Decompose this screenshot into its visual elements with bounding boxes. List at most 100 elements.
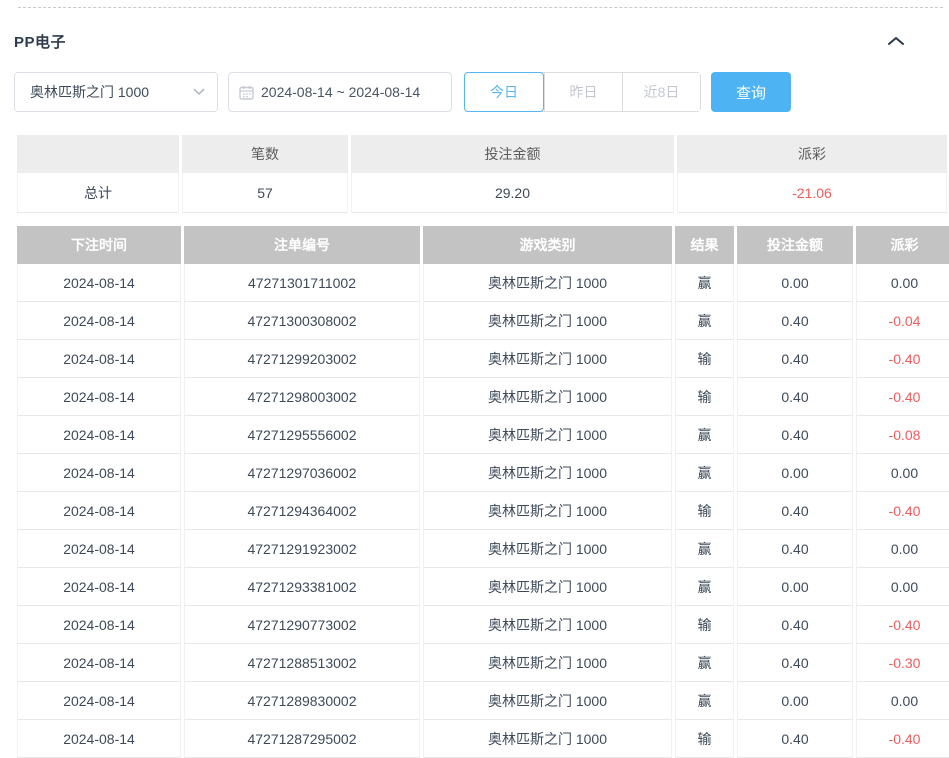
calendar-icon — [239, 85, 254, 100]
result-cell: 赢 — [675, 530, 734, 568]
date-quick-filter-group: 今日 昨日 近8日 — [464, 72, 701, 112]
game-type-cell: 奥林匹斯之门 1000 — [423, 264, 672, 302]
payout-cell: -0.40 — [856, 340, 949, 378]
order-id-cell: 47271295556002 — [184, 416, 420, 454]
date-range-value: 2024-08-14 ~ 2024-08-14 — [261, 84, 420, 100]
game-type-cell: 奥林匹斯之门 1000 — [423, 682, 672, 720]
bet-time-cell: 2024-08-14 — [17, 644, 181, 682]
total-count-cell: 57 — [182, 173, 348, 213]
game-type-cell: 奥林匹斯之门 1000 — [423, 568, 672, 606]
order-id-cell: 47271291923002 — [184, 530, 420, 568]
order-id-cell: 47271294364002 — [184, 492, 420, 530]
bet-time-cell: 2024-08-14 — [17, 568, 181, 606]
date-range-picker[interactable]: 2024-08-14 ~ 2024-08-14 — [228, 72, 452, 112]
game-type-cell: 奥林匹斯之门 1000 — [423, 378, 672, 416]
bet-amount-cell: 0.40 — [737, 416, 853, 454]
game-type-cell: 奥林匹斯之门 1000 — [423, 492, 672, 530]
table-row: 2024-08-1447271289830002奥林匹斯之门 1000赢0.00… — [17, 682, 949, 720]
header-result: 结果 — [675, 226, 734, 264]
game-type-cell: 奥林匹斯之门 1000 — [423, 302, 672, 340]
game-select-value: 奥林匹斯之门 1000 — [30, 82, 149, 102]
bet-time-cell: 2024-08-14 — [17, 720, 181, 758]
table-row: 2024-08-1447271293381002奥林匹斯之门 1000赢0.00… — [17, 568, 949, 606]
order-id-cell: 47271289830002 — [184, 682, 420, 720]
result-cell: 输 — [675, 720, 734, 758]
game-select[interactable]: 奥林匹斯之门 1000 — [14, 72, 218, 112]
summary-header-blank — [17, 135, 179, 173]
payout-cell: 0.00 — [856, 454, 949, 492]
bet-amount-cell: 0.40 — [737, 302, 853, 340]
bet-time-cell: 2024-08-14 — [17, 264, 181, 302]
table-row: 2024-08-1447271301711002奥林匹斯之门 1000赢0.00… — [17, 264, 949, 302]
order-id-cell: 47271288513002 — [184, 644, 420, 682]
table-row: 2024-08-1447271287295002奥林匹斯之门 1000输0.40… — [17, 720, 949, 758]
bet-time-cell: 2024-08-14 — [17, 492, 181, 530]
payout-cell: -0.40 — [856, 378, 949, 416]
payout-cell: -0.04 — [856, 302, 949, 340]
yesterday-button[interactable]: 昨日 — [544, 73, 622, 111]
bet-records-table: 下注时间 注单编号 游戏类别 结果 投注金额 派彩 2024-08-144727… — [14, 226, 949, 758]
collapse-panel-button[interactable] — [887, 35, 905, 47]
payout-cell: 0.00 — [856, 568, 949, 606]
bet-amount-cell: 0.40 — [737, 492, 853, 530]
today-button[interactable]: 今日 — [464, 72, 544, 112]
bet-time-cell: 2024-08-14 — [17, 416, 181, 454]
bet-time-cell: 2024-08-14 — [17, 454, 181, 492]
result-cell: 赢 — [675, 302, 734, 340]
chevron-down-icon — [193, 88, 205, 96]
header-order-id: 注单编号 — [184, 226, 420, 264]
summary-header-payout: 派彩 — [677, 135, 947, 173]
bet-amount-cell: 0.40 — [737, 340, 853, 378]
order-id-cell: 47271298003002 — [184, 378, 420, 416]
order-id-cell: 47271299203002 — [184, 340, 420, 378]
payout-cell: -0.30 — [856, 644, 949, 682]
game-type-cell: 奥林匹斯之门 1000 — [423, 530, 672, 568]
query-button[interactable]: 查询 — [711, 72, 791, 112]
panel-header: PP电子 — [14, 30, 935, 52]
total-bet-amount-cell: 29.20 — [351, 173, 674, 213]
order-id-cell: 47271300308002 — [184, 302, 420, 340]
game-type-cell: 奥林匹斯之门 1000 — [423, 416, 672, 454]
result-cell: 赢 — [675, 644, 734, 682]
order-id-cell: 47271297036002 — [184, 454, 420, 492]
records-header-row: 下注时间 注单编号 游戏类别 结果 投注金额 派彩 — [17, 226, 949, 264]
result-cell: 输 — [675, 340, 734, 378]
bet-time-cell: 2024-08-14 — [17, 378, 181, 416]
result-cell: 赢 — [675, 682, 734, 720]
table-row: 2024-08-1447271294364002奥林匹斯之门 1000输0.40… — [17, 492, 949, 530]
game-type-cell: 奥林匹斯之门 1000 — [423, 644, 672, 682]
summary-header-count: 笔数 — [182, 135, 348, 173]
top-dashed-divider — [18, 7, 943, 8]
total-label-cell: 总计 — [17, 173, 179, 213]
bet-amount-cell: 0.00 — [737, 568, 853, 606]
table-row: 2024-08-1447271290773002奥林匹斯之门 1000输0.40… — [17, 606, 949, 644]
bet-amount-cell: 0.40 — [737, 378, 853, 416]
total-payout-cell: -21.06 — [677, 173, 947, 213]
payout-cell: -0.40 — [856, 492, 949, 530]
result-cell: 赢 — [675, 568, 734, 606]
game-type-cell: 奥林匹斯之门 1000 — [423, 340, 672, 378]
order-id-cell: 47271287295002 — [184, 720, 420, 758]
summary-header-bet-amount: 投注金额 — [351, 135, 674, 173]
result-cell: 输 — [675, 606, 734, 644]
result-cell: 赢 — [675, 454, 734, 492]
order-id-cell: 47271290773002 — [184, 606, 420, 644]
summary-header-row: 笔数 投注金额 派彩 — [17, 135, 947, 173]
table-row: 2024-08-1447271300308002奥林匹斯之门 1000赢0.40… — [17, 302, 949, 340]
last-8-days-button[interactable]: 近8日 — [622, 73, 700, 111]
table-row: 2024-08-1447271295556002奥林匹斯之门 1000赢0.40… — [17, 416, 949, 454]
bet-amount-cell: 0.40 — [737, 644, 853, 682]
header-bet-amount: 投注金额 — [737, 226, 853, 264]
summary-table: 笔数 投注金额 派彩 总计 57 29.20 -21.06 — [14, 135, 949, 213]
payout-cell: -0.40 — [856, 720, 949, 758]
payout-cell: -0.08 — [856, 416, 949, 454]
page-title: PP电子 — [14, 31, 66, 52]
result-cell: 赢 — [675, 264, 734, 302]
order-id-cell: 47271293381002 — [184, 568, 420, 606]
bet-amount-cell: 0.00 — [737, 454, 853, 492]
bet-time-cell: 2024-08-14 — [17, 302, 181, 340]
game-type-cell: 奥林匹斯之门 1000 — [423, 720, 672, 758]
bet-amount-cell: 0.40 — [737, 530, 853, 568]
bet-amount-cell: 0.40 — [737, 720, 853, 758]
table-row: 2024-08-1447271288513002奥林匹斯之门 1000赢0.40… — [17, 644, 949, 682]
